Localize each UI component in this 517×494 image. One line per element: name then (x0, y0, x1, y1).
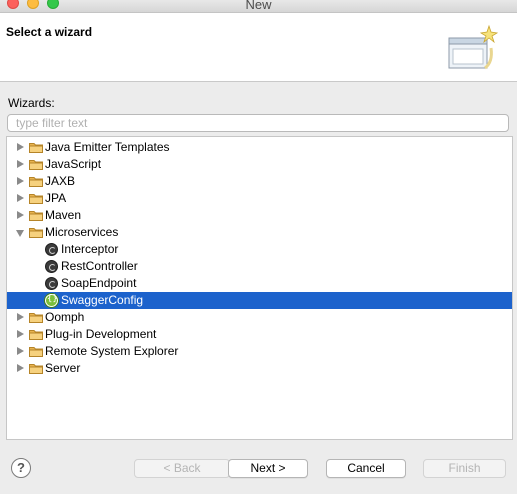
tree-folder-row[interactable]: JavaScript (7, 156, 512, 173)
window-titlebar: New (0, 0, 517, 13)
tree-row-label: Java Emitter Templates (45, 140, 170, 154)
tree-row-label: SoapEndpoint (61, 276, 137, 290)
folder-icon (29, 227, 43, 238)
folder-icon (29, 142, 43, 153)
tree-item-row[interactable]: SwaggerConfig (7, 292, 512, 309)
tree-row-label: Plug-in Development (45, 327, 157, 341)
tree-folder-row[interactable]: Maven (7, 207, 512, 224)
expand-arrow-right-icon[interactable] (17, 330, 24, 338)
tree-folder-row[interactable]: Oomph (7, 309, 512, 326)
help-icon[interactable]: ? (11, 458, 31, 478)
back-button[interactable]: < Back (134, 459, 230, 478)
next-button[interactable]: Next > (228, 459, 308, 478)
expand-arrow-right-icon[interactable] (17, 364, 24, 372)
tree-folder-row[interactable]: Server (7, 360, 512, 377)
tree-item-row[interactable]: SoapEndpoint (7, 275, 512, 292)
folder-icon (29, 329, 43, 340)
page-title: Select a wizard (6, 25, 93, 39)
expand-arrow-right-icon[interactable] (17, 177, 24, 185)
tree-folder-row[interactable]: Plug-in Development (7, 326, 512, 343)
tree-item-row[interactable]: RestController (7, 258, 512, 275)
tree-row-label: JAXB (45, 174, 76, 188)
folder-icon (29, 193, 43, 204)
tree-folder-row[interactable]: Java Emitter Templates (7, 139, 512, 156)
expand-arrow-right-icon[interactable] (17, 313, 24, 321)
tree-row-label: JPA (45, 191, 67, 205)
folder-icon (29, 176, 43, 187)
tree-row-label: JavaScript (45, 157, 102, 171)
expand-arrow-down-icon[interactable] (16, 230, 24, 237)
tree-row-label: RestController (61, 259, 138, 273)
expand-arrow-right-icon[interactable] (17, 160, 24, 168)
tree-row-label: Oomph (45, 310, 85, 324)
tree-row-label: Server (45, 361, 81, 375)
tree-row-label: Maven (45, 208, 82, 222)
tree-folder-row[interactable]: Microservices (7, 224, 512, 241)
filter-input[interactable] (7, 114, 509, 132)
expand-arrow-right-icon[interactable] (17, 194, 24, 202)
tree-row-label: Remote System Explorer (45, 344, 179, 358)
wizard-tree[interactable]: Java Emitter Templates JavaScript JAXB JPA M… (6, 136, 513, 440)
tree-folder-row[interactable]: JAXB (7, 173, 512, 190)
dark-circle-icon (45, 260, 58, 273)
finish-button[interactable]: Finish (423, 459, 506, 478)
dark-circle-icon (45, 277, 58, 290)
tree-folder-row[interactable]: Remote System Explorer (7, 343, 512, 360)
expand-arrow-right-icon[interactable] (17, 143, 24, 151)
wizard-banner-icon (448, 24, 499, 70)
folder-icon (29, 312, 43, 323)
cancel-button[interactable]: Cancel (326, 459, 406, 478)
expand-arrow-right-icon[interactable] (17, 347, 24, 355)
folder-icon (29, 159, 43, 170)
tree-row-label: SwaggerConfig (61, 293, 144, 307)
expand-arrow-right-icon[interactable] (17, 211, 24, 219)
tree-folder-row[interactable]: JPA (7, 190, 512, 207)
wizards-label: Wizards: (8, 96, 55, 110)
folder-icon (29, 210, 43, 221)
folder-icon (29, 346, 43, 357)
wizard-banner: Select a wizard (0, 13, 517, 82)
folder-icon (29, 363, 43, 374)
tree-row-label: Microservices (45, 225, 119, 239)
window-title: New (245, 0, 272, 12)
tree-row-label: Interceptor (61, 242, 119, 256)
dark-circle-icon (45, 243, 58, 256)
tree-item-row[interactable]: Interceptor (7, 241, 512, 258)
swagger-icon (45, 294, 58, 307)
